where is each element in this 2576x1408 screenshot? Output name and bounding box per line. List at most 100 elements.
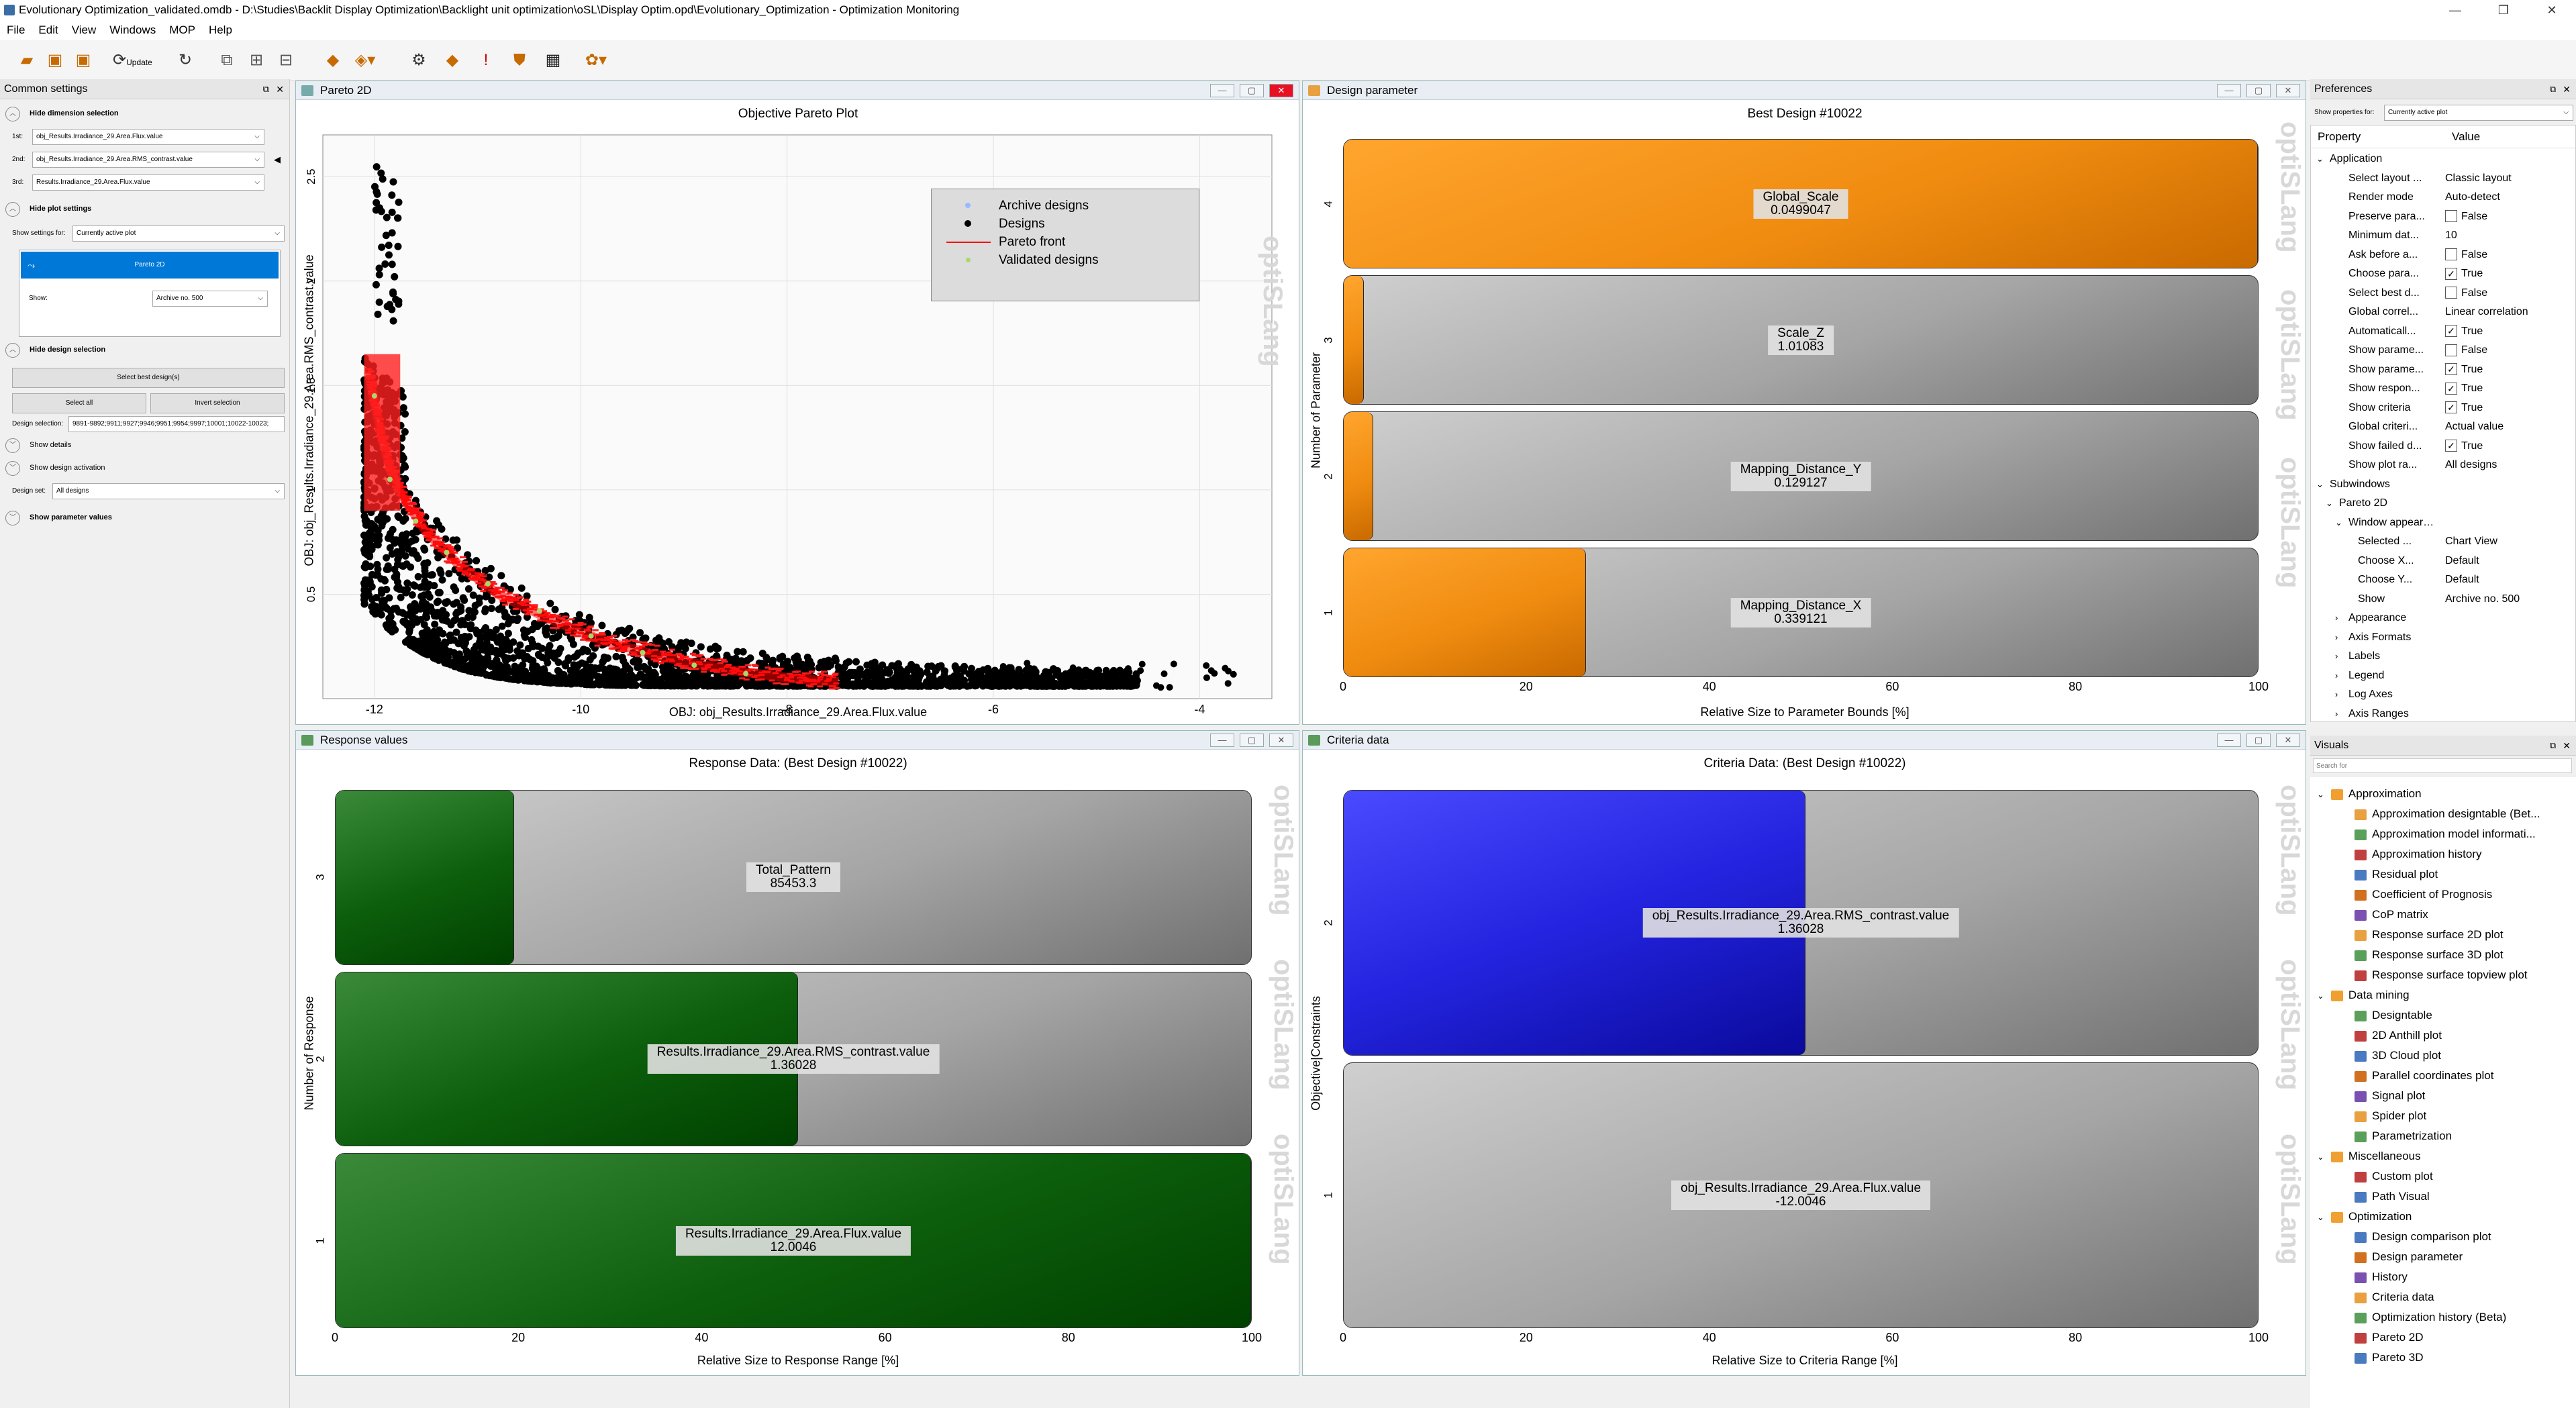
- design-set-select[interactable]: All designs ⌵: [52, 483, 285, 499]
- property-value[interactable]: 10: [2445, 226, 2457, 245]
- property-row[interactable]: Show respon... ✓ True: [2311, 379, 2573, 399]
- property-value[interactable]: False: [2445, 284, 2487, 303]
- menu-file[interactable]: File: [0, 20, 32, 40]
- visuals-item[interactable]: History: [2355, 1267, 2408, 1287]
- property-value[interactable]: ✓ True: [2445, 399, 2483, 417]
- property-row[interactable]: Render mode Auto-detect: [2311, 188, 2573, 207]
- property-row[interactable]: Global correl... Linear correlation: [2311, 303, 2573, 322]
- menu-view[interactable]: View: [65, 20, 103, 40]
- property-row[interactable]: Select best d... False: [2311, 284, 2573, 303]
- float-icon[interactable]: ⧉: [263, 79, 269, 99]
- plugin-dropdown-icon[interactable]: ✿▾: [584, 48, 608, 72]
- property-row[interactable]: Show criteria ✓ True: [2311, 399, 2573, 418]
- property-row[interactable]: › Axis Formats: [2311, 628, 2573, 648]
- visuals-group[interactable]: ⌄ Optimization: [2317, 1207, 2412, 1227]
- property-row[interactable]: Selected ... Chart View: [2311, 532, 2573, 552]
- checkbox[interactable]: [2445, 287, 2457, 299]
- chevron-down-icon[interactable]: ⌄: [2335, 513, 2342, 532]
- visuals-item[interactable]: Pareto 2D: [2355, 1327, 2424, 1348]
- select-tool-icon[interactable]: ◆: [321, 48, 345, 72]
- checkbox[interactable]: ✓: [2445, 401, 2457, 414]
- property-value[interactable]: Archive no. 500: [2445, 590, 2520, 609]
- show-design-activation-toggle[interactable]: ﹀ Show design activation: [0, 459, 105, 476]
- select-best-designs-button[interactable]: Select best design(s): [12, 368, 285, 388]
- minimize-icon[interactable]: —: [2435, 0, 2475, 20]
- design-selection-input[interactable]: 9891-9892;9911;9927;9946;9951;9954;9997;…: [68, 416, 285, 432]
- filter-dropdown-icon[interactable]: ◈▾: [353, 48, 377, 72]
- property-row[interactable]: Show parame... ✓ True: [2311, 360, 2573, 380]
- property-row[interactable]: Ask before a... False: [2311, 246, 2573, 265]
- property-value[interactable]: All designs: [2445, 456, 2497, 474]
- visuals-item[interactable]: Parametrization: [2355, 1126, 2452, 1146]
- property-row[interactable]: Minimum dat... 10: [2311, 226, 2573, 246]
- checkbox[interactable]: ✓: [2445, 382, 2457, 395]
- dim2-select[interactable]: obj_Results.Irradiance_29.Area.RMS_contr…: [32, 152, 264, 168]
- property-value[interactable]: ✓ True: [2445, 322, 2483, 341]
- property-row[interactable]: Choose Y... Default: [2311, 570, 2573, 590]
- response-values-plot[interactable]: 1 Results.Irradiance_29.Area.Flux.value 12…: [314, 790, 1262, 1344]
- chevron-right-icon[interactable]: ›: [2335, 685, 2338, 704]
- property-value[interactable]: Default: [2445, 552, 2479, 570]
- property-value[interactable]: ✓ True: [2445, 437, 2483, 456]
- chevron-right-icon[interactable]: ›: [2335, 647, 2338, 666]
- dim3-select[interactable]: Results.Irradiance_29.Area.Flux.value ⌵: [32, 174, 264, 191]
- property-value[interactable]: Auto-detect: [2445, 188, 2500, 207]
- visuals-item[interactable]: Criteria data: [2355, 1287, 2434, 1307]
- float-icon[interactable]: ⧉: [2550, 736, 2556, 756]
- property-value[interactable]: Classic layout: [2445, 169, 2512, 188]
- visuals-group[interactable]: ⌄ Data mining: [2317, 985, 2410, 1005]
- visuals-item[interactable]: Response surface 2D plot: [2355, 925, 2504, 945]
- dim1-select[interactable]: obj_Results.Irradiance_29.Area.Flux.valu…: [32, 129, 264, 145]
- property-row[interactable]: Show failed d... ✓ True: [2311, 437, 2573, 456]
- checkbox[interactable]: [2445, 210, 2457, 223]
- menu-windows[interactable]: Windows: [103, 20, 162, 40]
- chevron-right-icon[interactable]: ›: [2335, 628, 2338, 647]
- menu-mop[interactable]: MOP: [162, 20, 202, 40]
- property-row[interactable]: Show parame... False: [2311, 341, 2573, 360]
- show-settings-for-select[interactable]: Currently active plot ⌵: [72, 225, 285, 242]
- property-value[interactable]: Actual value: [2445, 417, 2504, 436]
- visuals-item[interactable]: Signal plot: [2355, 1086, 2425, 1106]
- property-value[interactable]: False: [2445, 246, 2487, 264]
- save-icon[interactable]: ▣: [43, 48, 67, 72]
- visuals-item[interactable]: 2D Anthill plot: [2355, 1025, 2442, 1046]
- update-button[interactable]: ⟳Update: [113, 48, 166, 72]
- open-folder-icon[interactable]: ▰: [15, 48, 39, 72]
- visuals-item[interactable]: Path Visual: [2355, 1187, 2430, 1207]
- pareto-plot[interactable]: -12 -10 -8 -6 -40.511.522.5: [296, 81, 1299, 724]
- visuals-item[interactable]: Approximation designtable (Bet...: [2355, 804, 2540, 824]
- criteria-data-plot[interactable]: 1 obj_Results.Irradiance_29.Area.Flux.val…: [1322, 790, 2269, 1344]
- chevron-down-icon[interactable]: ⌄: [2326, 494, 2333, 513]
- property-value[interactable]: Default: [2445, 570, 2479, 589]
- visuals-item[interactable]: Design comparison plot: [2355, 1227, 2491, 1247]
- show-props-select[interactable]: Currently active plot ⌵: [2384, 105, 2573, 121]
- show-parameter-values-toggle[interactable]: ﹀ Show parameter values: [0, 509, 112, 526]
- minimize-icon[interactable]: —: [1210, 734, 1234, 747]
- property-value[interactable]: False: [2445, 207, 2487, 226]
- property-row[interactable]: Preserve para... False: [2311, 207, 2573, 227]
- property-row[interactable]: Select layout ... Classic layout: [2311, 169, 2573, 189]
- visuals-search-input[interactable]: [2313, 758, 2572, 773]
- save-as-icon[interactable]: ▣: [71, 48, 95, 72]
- hide-plot-settings-toggle[interactable]: ︿ Hide plot settings: [0, 200, 91, 217]
- close-icon[interactable]: ✕: [1269, 734, 1293, 747]
- property-value[interactable]: Linear correlation: [2445, 303, 2528, 321]
- panel-close-icon[interactable]: ✕: [2563, 736, 2571, 756]
- panel-close-icon[interactable]: ✕: [2563, 79, 2571, 99]
- checkbox[interactable]: [2445, 248, 2457, 261]
- maximize-icon[interactable]: ▢: [1240, 734, 1264, 747]
- property-row[interactable]: › Axis Ranges: [2311, 705, 2573, 724]
- layout-split-icon[interactable]: ⊟: [274, 48, 298, 72]
- property-row[interactable]: Global criteri... Actual value: [2311, 417, 2573, 437]
- checkbox[interactable]: ✓: [2445, 363, 2457, 376]
- layout-single-icon[interactable]: ⧉: [215, 48, 239, 72]
- minimize-icon[interactable]: —: [2217, 84, 2241, 97]
- refresh-icon[interactable]: ↻: [173, 48, 197, 72]
- visuals-group[interactable]: ⌄ Approximation: [2317, 784, 2422, 804]
- show-details-toggle[interactable]: ﹀ Show details: [0, 436, 71, 454]
- shield-icon[interactable]: ⛊: [507, 48, 532, 72]
- select-all-button[interactable]: Select all: [12, 393, 146, 413]
- checkered-flag-icon[interactable]: ▦: [541, 48, 565, 72]
- chevron-down-icon[interactable]: ⌄: [2316, 150, 2324, 168]
- maximize-icon[interactable]: ▢: [2246, 84, 2271, 97]
